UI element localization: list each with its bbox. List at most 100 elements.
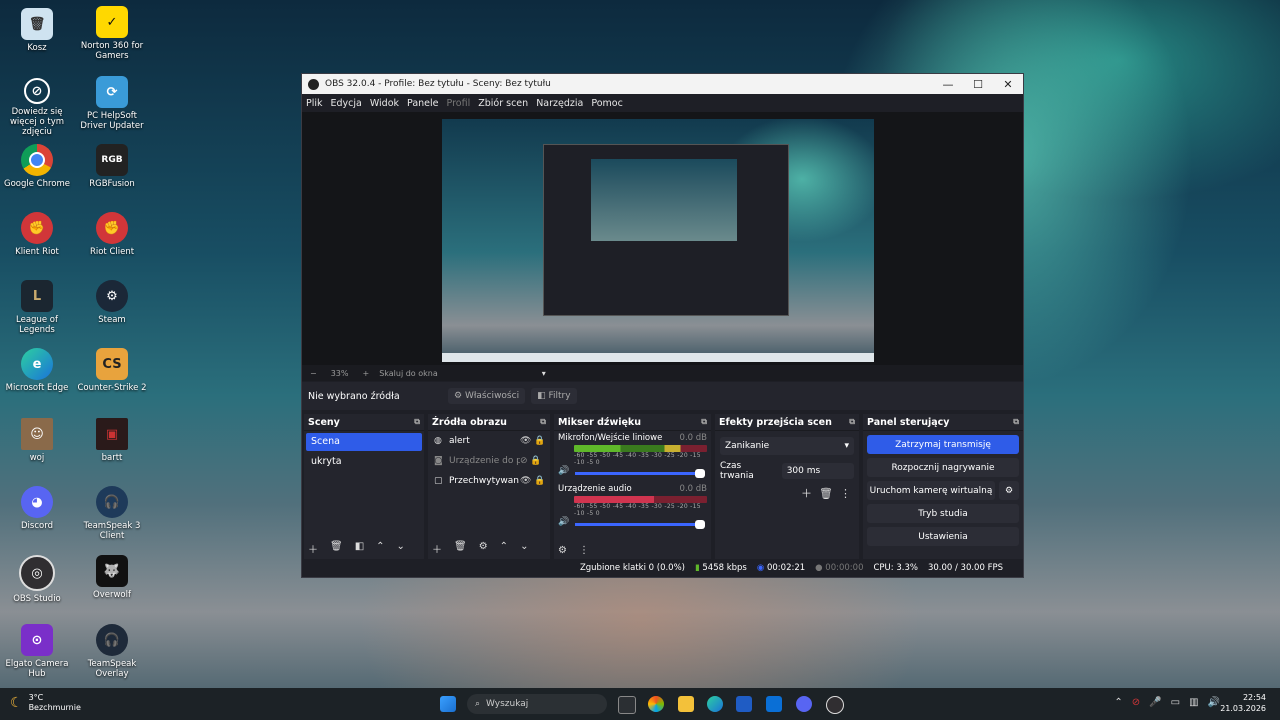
popout-icon[interactable]: ⧉ [540, 417, 546, 427]
mixer-settings-icon[interactable]: ⚙ [558, 545, 567, 556]
popout-icon[interactable]: ⧉ [701, 417, 707, 427]
display-icon[interactable]: ▭ [1171, 697, 1180, 708]
file-explorer-icon[interactable] [678, 696, 694, 712]
eye-icon[interactable]: 👁 [520, 476, 531, 486]
menu-view[interactable]: Widok [370, 98, 399, 109]
start-virtual-camera-button[interactable]: Uruchom kamerę wirtualną [867, 481, 995, 500]
trash-icon[interactable]: 🗑 [330, 541, 343, 556]
volume-slider[interactable] [575, 469, 705, 478]
menu-profile[interactable]: Profil [447, 98, 471, 109]
speaker-icon[interactable]: 🔊 [558, 517, 569, 527]
chevron-down-icon[interactable]: ⌄ [520, 541, 528, 556]
zoom-fit-select[interactable]: Skaluj do okna [379, 369, 438, 378]
desktop-icon-woj[interactable]: ☺ woj [0, 418, 74, 463]
chevron-down-icon[interactable]: ▾ [542, 369, 546, 378]
title-bar[interactable]: OBS 32.0.4 - Profile: Bez tytułu - Sceny… [302, 74, 1023, 94]
task-view-icon[interactable] [618, 696, 636, 714]
chevron-up-icon[interactable]: ⌃ [1114, 697, 1122, 708]
menu-tools[interactable]: Narzędzia [536, 98, 583, 109]
desktop-icon-riot-client[interactable]: ✊ Riot Client [75, 212, 149, 257]
popout-icon[interactable]: ⧉ [414, 417, 420, 427]
desktop-icon-chrome[interactable]: Google Chrome [0, 144, 74, 189]
desktop-icon-obs[interactable]: ◎ OBS Studio [0, 555, 74, 604]
trash-icon[interactable]: 🗑 [454, 541, 467, 556]
more-icon[interactable]: ⋮ [840, 487, 851, 500]
chevron-down-icon[interactable]: ⌄ [397, 541, 405, 556]
more-icon[interactable]: ⋮ [579, 545, 589, 556]
desktop-icon-discord[interactable]: ◕ Discord [0, 486, 74, 531]
desktop-icon-overwolf[interactable]: 🐺 Overwolf [75, 555, 149, 600]
maximize-button[interactable]: ☐ [963, 78, 993, 91]
mic-icon[interactable]: 🎤 [1149, 697, 1161, 708]
eye-icon[interactable]: 👁 [520, 436, 531, 446]
properties-button[interactable]: ⚙ Właściwości [448, 388, 526, 404]
desktop-icon-cs2[interactable]: CS Counter-Strike 2 [75, 348, 149, 393]
clock[interactable]: 22:54 21.03.2026 [1220, 692, 1266, 714]
trash-icon[interactable]: 🗑 [819, 487, 833, 500]
weather-widget[interactable]: ☾ 3°C Bezchmurnie [10, 693, 81, 713]
add-icon[interactable]: ＋ [308, 541, 318, 556]
stop-streaming-button[interactable]: Zatrzymaj transmisję [867, 435, 1019, 454]
menu-help[interactable]: Pomoc [591, 98, 623, 109]
desktop-icon-bartt[interactable]: ▣ bartt [75, 418, 149, 463]
gear-icon[interactable]: ⚙ [999, 481, 1019, 500]
minimize-button[interactable]: — [933, 78, 963, 91]
scene-item[interactable]: Scena [306, 433, 422, 451]
start-recording-button[interactable]: Rozpocznij nagrywanie [867, 458, 1019, 477]
desktop-icon-riot-client-pl[interactable]: ✊ Klient Riot [0, 212, 74, 257]
menu-docks[interactable]: Panele [407, 98, 438, 109]
speaker-icon[interactable]: 🔊 [558, 466, 569, 476]
desktop-icon-teamspeak[interactable]: 🎧 TeamSpeak 3 Client [75, 486, 149, 541]
volume-icon[interactable]: 🔊 [1208, 697, 1220, 708]
zoom-in-button[interactable]: + [362, 369, 369, 378]
desktop-icon-driver-updater[interactable]: ⟳ PC HelpSoft Driver Updater [75, 76, 149, 131]
lock-icon[interactable]: 🔒 [534, 476, 545, 486]
add-icon[interactable]: ＋ [801, 487, 812, 500]
source-item[interactable]: ◙ Urządzenie do p ⊘ 🔒 [428, 451, 550, 471]
start-icon[interactable] [440, 696, 456, 712]
security-icon[interactable]: ⊘ [1132, 697, 1140, 708]
source-item[interactable]: ◍ alert 👁 🔒 [428, 431, 550, 451]
outlook-icon[interactable] [766, 696, 782, 712]
search-box[interactable]: ⌕ Wyszukaj [467, 694, 607, 714]
preview-canvas[interactable] [442, 119, 874, 362]
desktop-icon-elgato[interactable]: ⊙ Elgato Camera Hub [0, 624, 74, 679]
desktop-icon-teamspeak-overlay[interactable]: 🎧 TeamSpeak Overlay [75, 624, 149, 679]
popout-icon[interactable]: ⧉ [1013, 417, 1019, 427]
desktop-icon-recycle-bin[interactable]: 🗑 Kosz [0, 8, 74, 53]
copilot-icon[interactable] [648, 696, 664, 712]
menu-edit[interactable]: Edycja [331, 98, 362, 109]
discord-icon[interactable] [796, 696, 812, 712]
gear-icon[interactable]: ⚙ [479, 541, 488, 556]
menu-scene-collection[interactable]: Zbiór scen [478, 98, 528, 109]
desktop-icon-edge[interactable]: e Microsoft Edge [0, 348, 74, 393]
lock-icon[interactable]: 🔒 [530, 456, 541, 466]
transition-select[interactable]: Zanikanie ▾ [720, 437, 854, 455]
chevron-up-icon[interactable]: ⌃ [500, 541, 508, 556]
chevron-up-icon[interactable]: ⌃ [376, 541, 384, 556]
volume-slider[interactable] [575, 520, 705, 529]
filter-icon[interactable]: ◧ [355, 541, 364, 556]
scene-item[interactable]: ukryta [306, 453, 422, 471]
desktop-icon-photo-info[interactable]: ⊘ Dowiedz się więcej o tym zdjęciu [0, 78, 74, 137]
obs-icon[interactable] [826, 696, 844, 714]
desktop-icon-norton[interactable]: ✓ Norton 360 for Gamers [75, 6, 149, 61]
duration-input[interactable]: 300 ms [781, 463, 854, 479]
menu-file[interactable]: Plik [306, 98, 323, 109]
edge-icon[interactable] [707, 696, 723, 712]
source-item[interactable]: ▢ Przechwytywan 👁 🔒 [428, 471, 550, 491]
filters-button[interactable]: ◧ Filtry [531, 388, 577, 404]
settings-button[interactable]: Ustawienia [867, 527, 1019, 546]
add-icon[interactable]: ＋ [432, 541, 442, 556]
zoom-out-button[interactable]: − [310, 369, 317, 378]
eye-hidden-icon[interactable]: ⊘ [520, 456, 528, 466]
network-icon[interactable]: ▥ [1189, 697, 1198, 708]
desktop-icon-rgbfusion[interactable]: RGB RGBFusion [75, 144, 149, 189]
store-icon[interactable] [736, 696, 752, 712]
desktop-icon-league[interactable]: L League of Legends [0, 280, 74, 335]
studio-mode-button[interactable]: Tryb studia [867, 504, 1019, 523]
lock-icon[interactable]: 🔒 [534, 436, 545, 446]
close-button[interactable]: ✕ [993, 78, 1023, 91]
desktop-icon-steam[interactable]: ⚙ Steam [75, 280, 149, 325]
popout-icon[interactable]: ⧉ [849, 417, 855, 427]
